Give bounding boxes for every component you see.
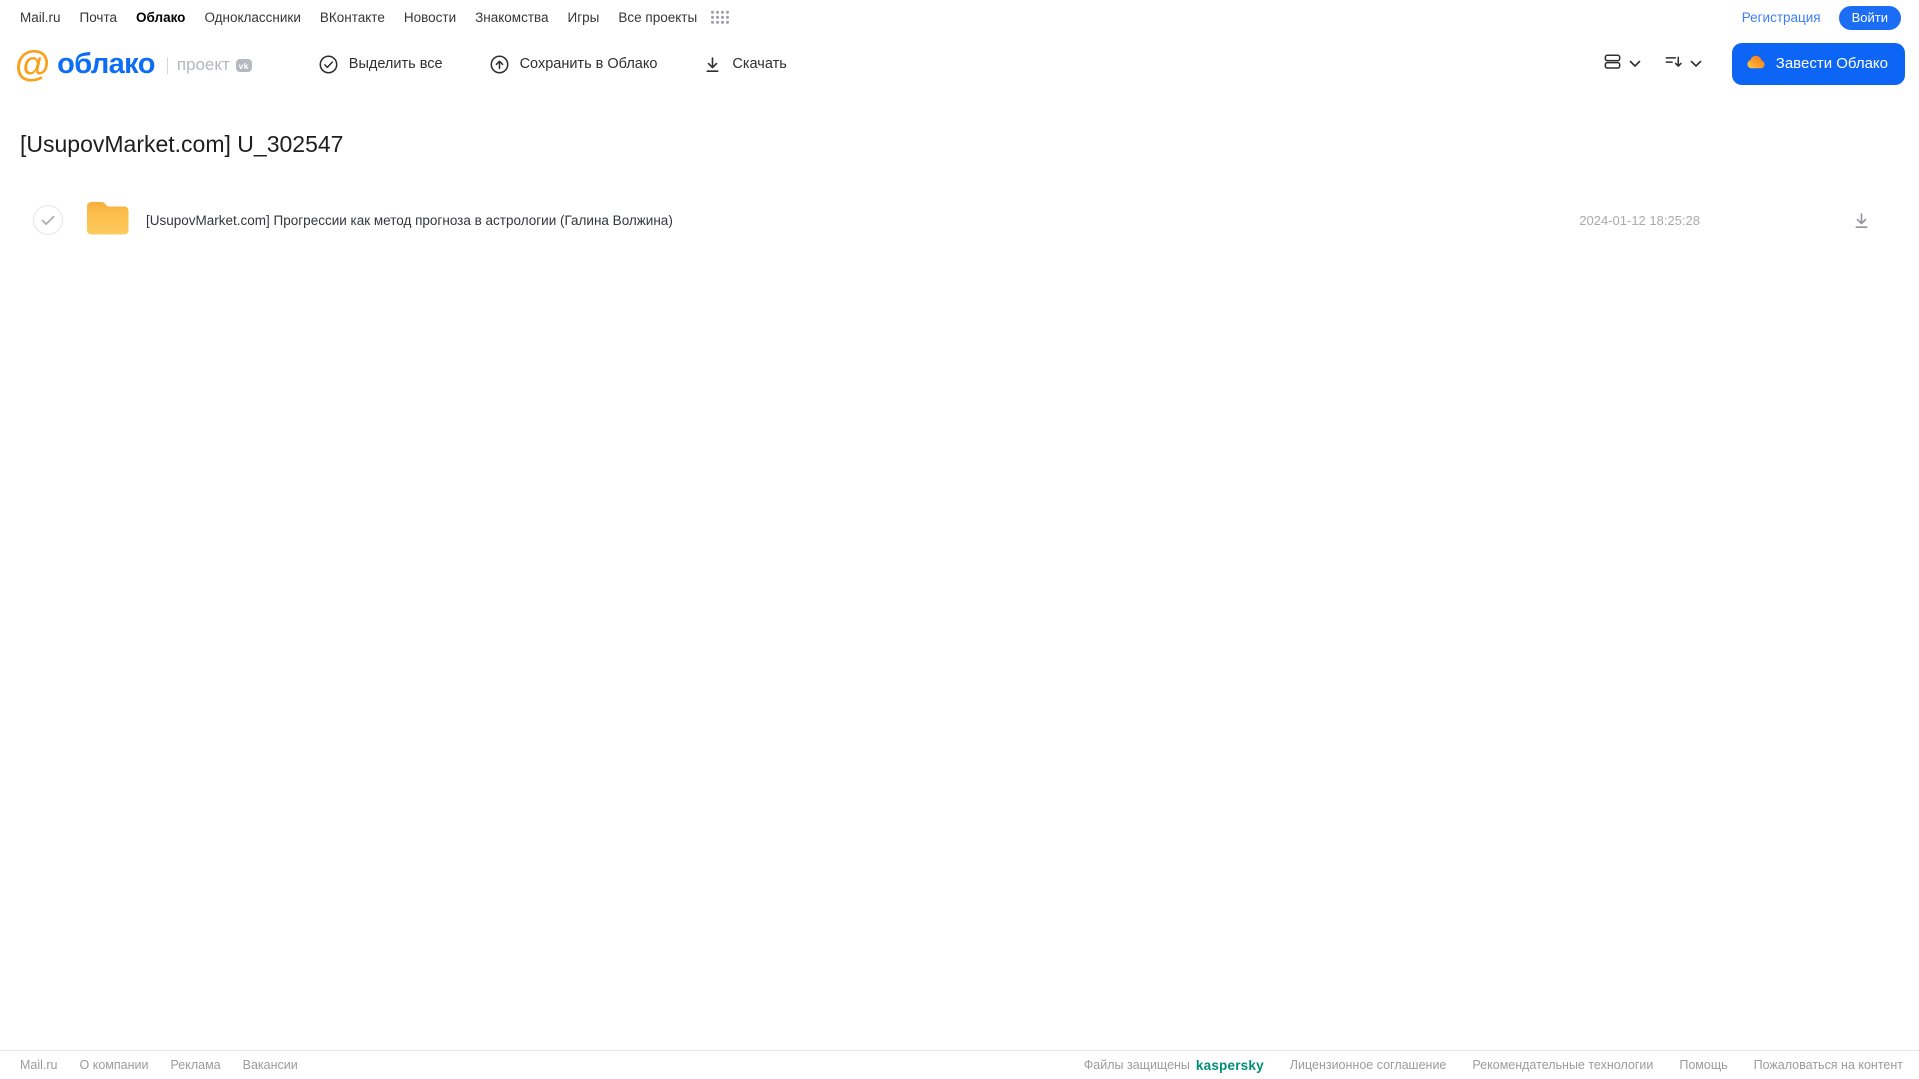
select-all-label: Выделить все — [348, 56, 443, 72]
footer-link-recommendations[interactable]: Рекомендательные технологии — [1472, 1058, 1653, 1072]
kaspersky-protection: Файлы защищены kaspersky — [1084, 1058, 1264, 1073]
logo-divider — [166, 56, 168, 74]
download-icon — [703, 55, 722, 74]
cloud-upload-icon — [489, 54, 510, 75]
view-mode-dropdown[interactable] — [1602, 51, 1641, 77]
footer-link-report[interactable]: Пожаловаться на контент — [1754, 1058, 1903, 1072]
auth-area: Регистрация Войти — [1742, 5, 1901, 30]
nav-item-mailru[interactable]: Mail.ru — [20, 10, 61, 25]
sort-icon — [1663, 51, 1684, 77]
footer-link-jobs[interactable]: Вакансии — [243, 1058, 298, 1072]
download-button[interactable]: Скачать — [703, 55, 787, 74]
footer-link-mailru[interactable]: Mail.ru — [20, 1058, 58, 1072]
chevron-down-icon — [1690, 55, 1702, 73]
cloud-icon — [1745, 53, 1767, 74]
chevron-down-icon — [1629, 55, 1641, 73]
list-view-icon — [1602, 51, 1623, 77]
file-date: 2024-01-12 18:25:28 — [1579, 212, 1700, 228]
portal-nav-links: Mail.ru Почта Облако Одноклассники ВКонт… — [20, 10, 730, 25]
portal-nav-bar: Mail.ru Почта Облако Одноклассники ВКонт… — [0, 0, 1919, 33]
nav-item-vkontakte[interactable]: ВКонтакте — [320, 10, 385, 25]
sort-dropdown[interactable] — [1663, 51, 1702, 77]
footer: Mail.ru О компании Реклама Вакансии Файл… — [0, 1050, 1919, 1079]
check-circle-icon — [318, 54, 339, 75]
footer-link-about[interactable]: О компании — [80, 1058, 149, 1072]
registration-link[interactable]: Регистрация — [1742, 10, 1821, 25]
protected-by-label: Файлы защищены — [1083, 1058, 1190, 1072]
vk-badge-icon: vk — [235, 59, 252, 72]
nav-item-all-projects[interactable]: Все проекты — [618, 10, 697, 25]
footer-link-license[interactable]: Лицензионное соглашение — [1290, 1058, 1447, 1072]
nav-item-igry[interactable]: Игры — [568, 10, 600, 25]
row-checkbox[interactable] — [33, 205, 63, 235]
footer-right-links: Файлы защищены kaspersky Лицензионное со… — [1084, 1058, 1903, 1073]
file-name-link[interactable]: [UsupovMarket.com] Прогрессии как метод … — [146, 213, 1579, 228]
file-toolbar: Выделить все Сохранить в Облако Скачать — [318, 54, 787, 75]
nav-item-novosti[interactable]: Новости — [404, 10, 456, 25]
cloud-logo[interactable]: @ облако проект vk — [15, 42, 252, 84]
get-cloud-label: Завести Облако — [1775, 55, 1888, 72]
file-row[interactable]: [UsupovMarket.com] Прогрессии как метод … — [20, 196, 1899, 244]
select-all-button[interactable]: Выделить все — [318, 54, 443, 75]
nav-item-pochta[interactable]: Почта — [80, 10, 118, 25]
project-label: проект — [176, 55, 230, 74]
page-title: [UsupovMarket.com] U_302547 — [20, 131, 344, 157]
download-label: Скачать — [732, 56, 787, 72]
nav-item-znakomstva[interactable]: Знакомства — [475, 10, 548, 25]
footer-left-links: Mail.ru О компании Реклама Вакансии — [20, 1058, 298, 1072]
footer-link-help[interactable]: Помощь — [1679, 1058, 1727, 1072]
kaspersky-logo[interactable]: kaspersky — [1196, 1058, 1264, 1073]
save-to-cloud-label: Сохранить в Облако — [519, 56, 658, 72]
get-cloud-button[interactable]: Завести Облако — [1731, 43, 1905, 85]
nav-item-odnoklassniki[interactable]: Одноклассники — [204, 10, 300, 25]
header-right-controls: Завести Облако — [1602, 43, 1905, 85]
mailru-at-icon: @ — [15, 42, 51, 84]
shared-folder-content: [UsupovMarket.com] U_302547 [UsupovMarke… — [0, 131, 1919, 244]
cloud-header: @ облако проект vk Выделить все Сохранит… — [0, 33, 1919, 95]
row-download-button[interactable] — [1852, 211, 1871, 230]
cloud-logo-text: облако — [57, 47, 155, 80]
save-to-cloud-button[interactable]: Сохранить в Облако — [489, 54, 658, 75]
apps-grid-icon[interactable] — [710, 10, 730, 25]
login-button[interactable]: Войти — [1838, 5, 1901, 30]
nav-item-oblako[interactable]: Облако — [136, 10, 185, 25]
footer-link-ads[interactable]: Реклама — [170, 1058, 220, 1072]
folder-icon — [83, 197, 133, 244]
